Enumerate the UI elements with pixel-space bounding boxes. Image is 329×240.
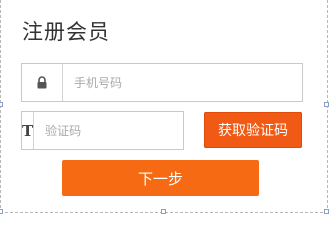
resize-handle-bottom-right[interactable] xyxy=(324,209,329,214)
resize-handle-bottom-left[interactable] xyxy=(0,209,3,214)
phone-input[interactable] xyxy=(63,64,302,101)
resize-handle-left[interactable] xyxy=(0,102,3,107)
next-step-button[interactable]: 下一步 xyxy=(62,160,259,196)
lock-icon xyxy=(22,64,63,101)
get-code-button[interactable]: 获取验证码 xyxy=(204,112,302,148)
phone-field[interactable] xyxy=(21,63,303,102)
code-input[interactable] xyxy=(34,112,196,149)
code-field[interactable]: T xyxy=(21,111,196,150)
page-title: 注册会员 xyxy=(22,20,110,44)
resize-handle-right[interactable] xyxy=(324,102,329,107)
text-icon: T xyxy=(22,112,35,149)
resize-handle-bottom[interactable] xyxy=(161,209,166,214)
